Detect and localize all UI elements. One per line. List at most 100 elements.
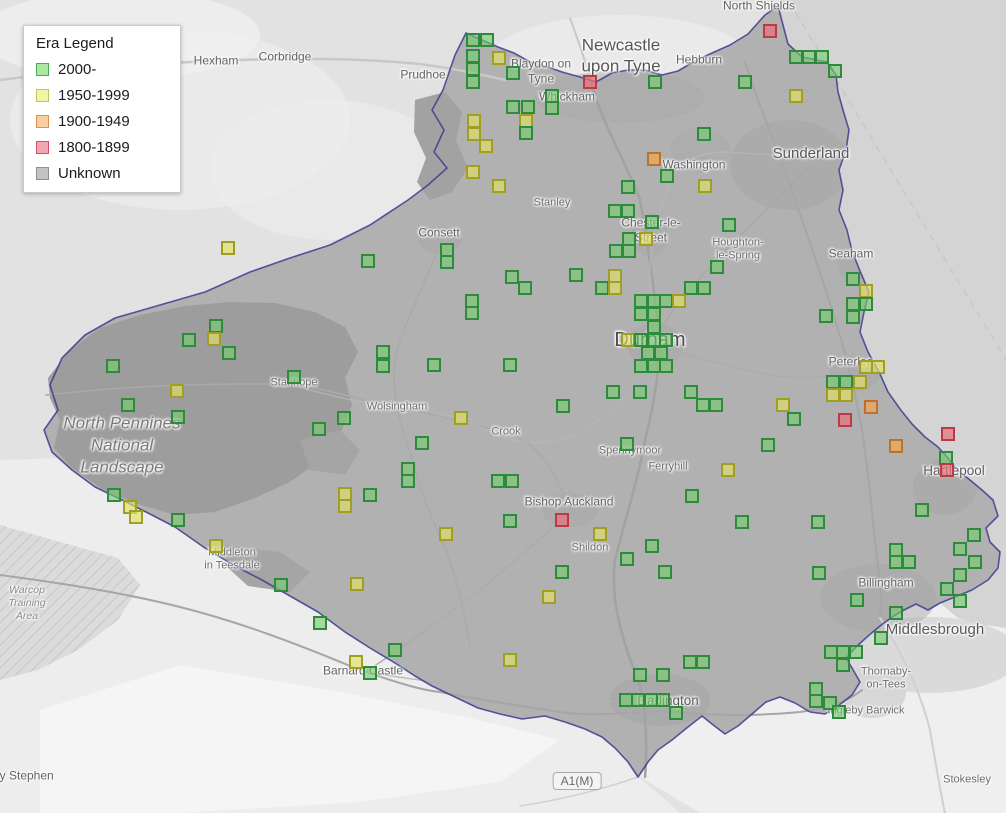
era-marker[interactable] — [171, 410, 185, 424]
era-marker[interactable] — [620, 552, 634, 566]
era-marker[interactable] — [376, 359, 390, 373]
era-marker[interactable] — [274, 578, 288, 592]
era-marker[interactable] — [491, 474, 505, 488]
era-marker[interactable] — [710, 260, 724, 274]
era-marker[interactable] — [685, 489, 699, 503]
era-marker[interactable] — [621, 180, 635, 194]
era-marker[interactable] — [221, 241, 235, 255]
era-marker[interactable] — [654, 346, 668, 360]
era-marker[interactable] — [871, 360, 885, 374]
era-marker[interactable] — [940, 582, 954, 596]
era-marker[interactable] — [838, 413, 852, 427]
era-marker[interactable] — [634, 294, 648, 308]
era-marker[interactable] — [401, 474, 415, 488]
era-marker[interactable] — [466, 75, 480, 89]
era-marker[interactable] — [658, 565, 672, 579]
era-marker[interactable] — [503, 514, 517, 528]
era-marker[interactable] — [647, 320, 661, 334]
era-marker[interactable] — [545, 101, 559, 115]
era-marker[interactable] — [542, 590, 556, 604]
era-marker[interactable] — [940, 463, 954, 477]
era-marker[interactable] — [121, 398, 135, 412]
era-marker[interactable] — [832, 705, 846, 719]
era-marker[interactable] — [634, 307, 648, 321]
era-marker[interactable] — [697, 127, 711, 141]
era-marker[interactable] — [697, 281, 711, 295]
era-marker[interactable] — [684, 281, 698, 295]
era-marker[interactable] — [812, 566, 826, 580]
era-marker[interactable] — [968, 555, 982, 569]
era-marker[interactable] — [647, 307, 661, 321]
era-marker[interactable] — [634, 333, 648, 347]
era-marker[interactable] — [645, 215, 659, 229]
era-marker[interactable] — [427, 358, 441, 372]
era-marker[interactable] — [915, 503, 929, 517]
era-marker[interactable] — [902, 555, 916, 569]
era-marker[interactable] — [606, 385, 620, 399]
era-marker[interactable] — [363, 666, 377, 680]
era-marker[interactable] — [129, 510, 143, 524]
era-marker[interactable] — [518, 281, 532, 295]
era-marker[interactable] — [609, 244, 623, 258]
era-marker[interactable] — [492, 179, 506, 193]
era-marker[interactable] — [555, 565, 569, 579]
era-marker[interactable] — [209, 539, 223, 553]
era-marker[interactable] — [171, 513, 185, 527]
era-marker[interactable] — [696, 398, 710, 412]
era-marker[interactable] — [480, 33, 494, 47]
era-marker[interactable] — [338, 499, 352, 513]
era-marker[interactable] — [815, 50, 829, 64]
era-marker[interactable] — [556, 399, 570, 413]
era-marker[interactable] — [709, 398, 723, 412]
era-marker[interactable] — [659, 333, 673, 347]
era-marker[interactable] — [889, 606, 903, 620]
era-marker[interactable] — [505, 270, 519, 284]
era-marker[interactable] — [466, 49, 480, 63]
era-marker[interactable] — [466, 165, 480, 179]
era-marker[interactable] — [659, 294, 673, 308]
era-marker[interactable] — [361, 254, 375, 268]
era-marker[interactable] — [107, 488, 121, 502]
era-marker[interactable] — [312, 422, 326, 436]
era-marker[interactable] — [941, 427, 955, 441]
era-marker[interactable] — [953, 594, 967, 608]
era-marker[interactable] — [683, 655, 697, 669]
era-marker[interactable] — [466, 33, 480, 47]
era-marker[interactable] — [721, 463, 735, 477]
era-marker[interactable] — [466, 62, 480, 76]
era-marker[interactable] — [620, 437, 634, 451]
era-marker[interactable] — [506, 66, 520, 80]
era-marker[interactable] — [440, 255, 454, 269]
era-marker[interactable] — [583, 75, 597, 89]
era-marker[interactable] — [889, 555, 903, 569]
era-marker[interactable] — [313, 616, 327, 630]
era-marker[interactable] — [846, 297, 860, 311]
era-marker[interactable] — [569, 268, 583, 282]
era-marker[interactable] — [467, 114, 481, 128]
era-marker[interactable] — [503, 358, 517, 372]
era-marker[interactable] — [639, 232, 653, 246]
era-marker[interactable] — [846, 310, 860, 324]
era-marker[interactable] — [826, 388, 840, 402]
era-marker[interactable] — [698, 179, 712, 193]
era-marker[interactable] — [439, 527, 453, 541]
era-marker[interactable] — [388, 643, 402, 657]
era-marker[interactable] — [376, 345, 390, 359]
era-marker[interactable] — [953, 542, 967, 556]
era-marker[interactable] — [656, 693, 670, 707]
era-marker[interactable] — [846, 272, 860, 286]
era-marker[interactable] — [608, 281, 622, 295]
era-marker[interactable] — [622, 244, 636, 258]
era-marker[interactable] — [634, 359, 648, 373]
era-marker[interactable] — [776, 398, 790, 412]
map-canvas[interactable]: North Shields Newcastle upon Tyne Hebburn H… — [0, 0, 1006, 813]
era-marker[interactable] — [874, 631, 888, 645]
era-marker[interactable] — [828, 64, 842, 78]
era-marker[interactable] — [839, 375, 853, 389]
era-marker[interactable] — [811, 515, 825, 529]
era-marker[interactable] — [859, 284, 873, 298]
era-marker[interactable] — [595, 281, 609, 295]
era-marker[interactable] — [633, 668, 647, 682]
era-marker[interactable] — [506, 100, 520, 114]
era-marker[interactable] — [722, 218, 736, 232]
